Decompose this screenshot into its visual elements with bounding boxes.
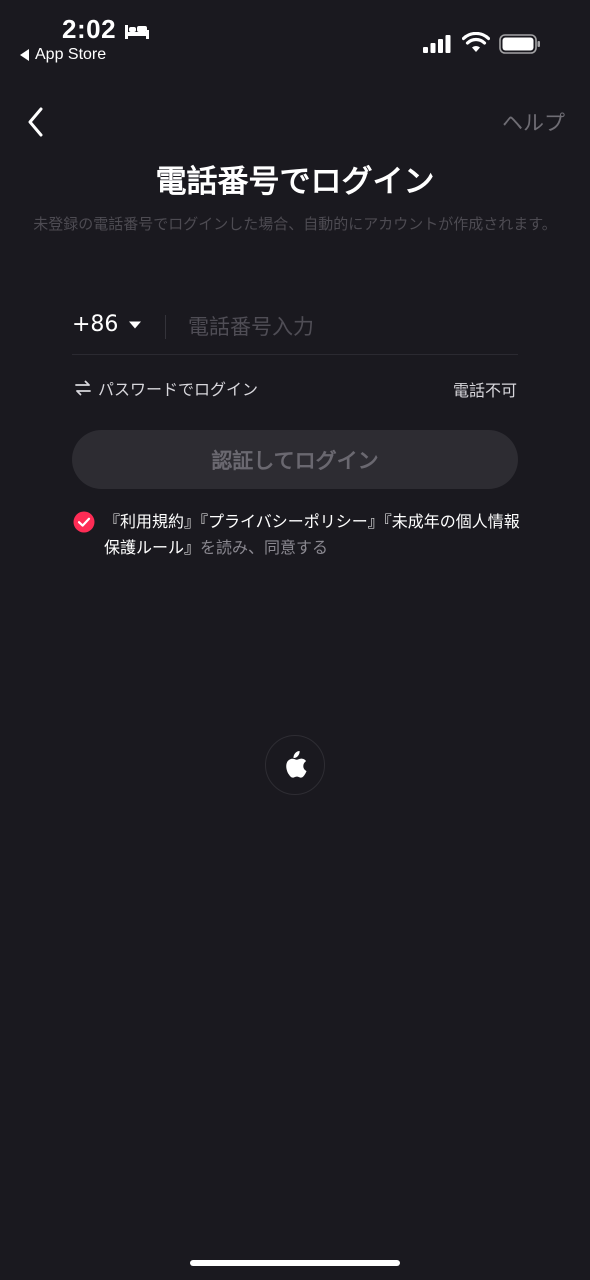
wifi-icon [462,32,490,52]
back-chevron-icon[interactable] [22,104,50,140]
back-to-app-store[interactable]: App Store [20,46,106,64]
password-login-label: パスワードでログイン [98,380,259,399]
page-title: 電話番号でログイン [155,164,435,200]
country-code-selector[interactable]: +86 [72,312,142,337]
terms-link[interactable]: 『利用規約』 [104,512,200,531]
password-login-link[interactable]: パスワードでログイン [74,376,258,400]
agreement-suffix: を読み、同意する [200,538,329,557]
caret-down-icon [129,321,142,328]
swap-arrows-icon [75,380,91,396]
back-app-label: App Store [35,46,107,63]
battery-icon [499,34,540,54]
country-code-label: +86 [72,312,119,337]
phone-unavailable-link[interactable]: 電話不可 [453,377,517,401]
home-indicator [190,1260,400,1266]
privacy-policy-link[interactable]: 『プライバシーポリシー』 [200,512,384,531]
sleep-focus-icon [125,25,149,39]
field-divider [165,315,166,339]
help-link[interactable]: ヘルプ [502,107,565,137]
input-underline [72,354,518,355]
phone-number-input[interactable] [178,308,538,346]
page-subtitle: 未登録の電話番号でログインした場合、自動的にアカウントが作成されます。 [33,215,557,233]
apple-login-button[interactable] [265,735,325,795]
cellular-signal-icon [423,35,451,53]
apple-icon [286,751,307,778]
agreement-checkbox-icon[interactable] [73,511,95,533]
verify-login-button[interactable]: 認証してログイン [72,430,518,489]
agreement-text: 『利用規約』『プライバシーポリシー』『未成年の個人情報保護ルール』を読み、同意す… [104,509,524,561]
status-time: 2:02 [62,14,117,44]
back-triangle-icon [20,49,29,61]
